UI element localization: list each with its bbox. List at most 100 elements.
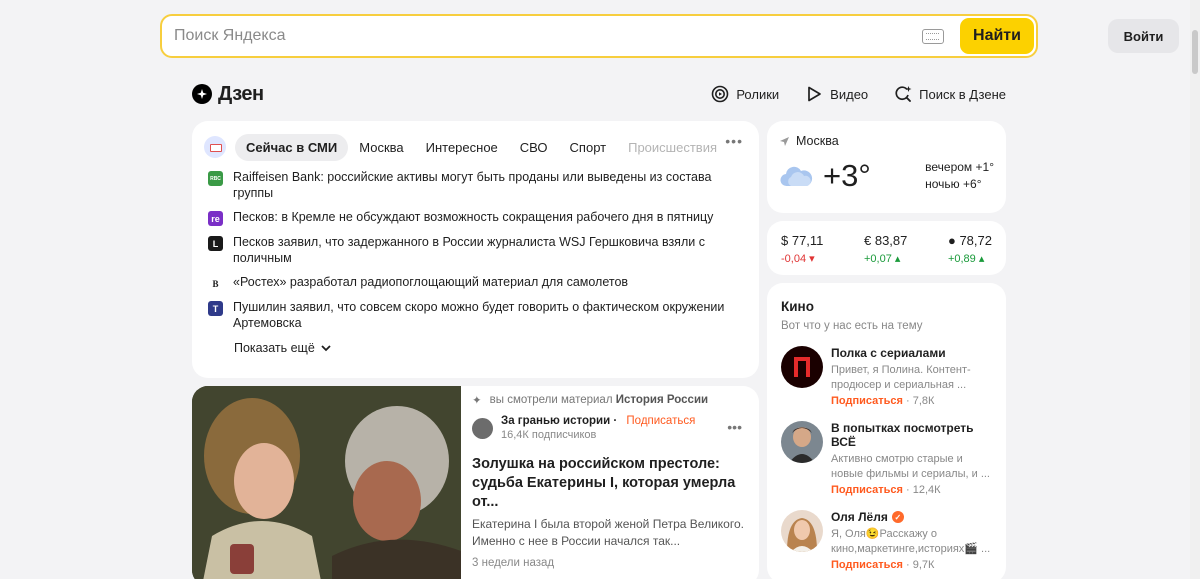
arrow-up-icon: ▴ [978, 253, 985, 265]
nav-video-label: Видео [830, 86, 869, 102]
rate-eur[interactable]: € 83,87 +0,07 ▴ [864, 233, 907, 275]
news-headline: Raiffeisen Bank: российские активы могут… [233, 170, 712, 200]
rate-usd[interactable]: $ 77,11 -0,04 ▾ [781, 233, 823, 275]
channel-info: Полка с сериалами Привет, я Полина. Конт… [831, 346, 991, 407]
nav-video[interactable]: Видео [805, 85, 868, 103]
news-item[interactable]: L Песков заявил, что задержанного в Росс… [208, 234, 739, 266]
channel-avatar [781, 421, 823, 463]
channel-name-line: Оля Лёля ✓ [831, 510, 991, 524]
weather-night: ночью +6° [925, 177, 982, 191]
search-input[interactable] [162, 16, 922, 56]
dzen-nav: Ролики Видео Поиск в Дзене [711, 85, 1006, 103]
news-item[interactable]: RBC Raiffeisen Bank: российские активы м… [208, 169, 739, 201]
article-title[interactable]: Золушка на российском престоле: судьба Е… [472, 455, 752, 512]
channel-name: В попытках посмотреть ВСЁ [831, 421, 974, 449]
channel-name[interactable]: За гранью истории [501, 415, 610, 427]
shorts-icon [712, 85, 729, 103]
news-item[interactable]: re Песков: в Кремле не обсуждают возможн… [208, 209, 739, 226]
scrollbar-thumb[interactable] [1192, 30, 1198, 74]
news-item[interactable]: T Пушилин заявил, что совсем скоро можно… [208, 299, 739, 331]
t-icon: T [208, 301, 223, 316]
kino-card: Кино Вот что у нас есть на тему Полка с … [767, 283, 1006, 579]
weather-forecast: вечером +1° ночью +6° [925, 159, 994, 193]
rate-eur-value: € 83,87 [864, 233, 908, 248]
subscribe-button[interactable]: Подписаться [831, 395, 903, 407]
rate-oil[interactable]: ● 78,72 +0,89 ▴ [948, 233, 992, 275]
channel-name: Полка с сериалами [831, 346, 946, 360]
nav-shorts[interactable]: Ролики [711, 85, 779, 103]
channel-avatar [781, 510, 823, 552]
dzen-logo[interactable]: Дзен [192, 83, 264, 106]
subscribe-button[interactable]: Подписаться [626, 415, 695, 427]
kino-channel-item[interactable]: Полка с сериалами Привет, я Полина. Конт… [781, 346, 992, 407]
login-button[interactable]: Войти [1108, 19, 1179, 53]
arrow-up-icon: ▴ [894, 253, 901, 265]
rates-card: $ 77,11 -0,04 ▾ € 83,87 +0,07 ▴ ● 78,72 … [767, 221, 1006, 275]
channel-meta: Подписаться · 7,8К [831, 395, 935, 407]
news-headline: Пушилин заявил, что совсем скоро можно б… [233, 300, 725, 330]
keyboard-icon[interactable] [922, 28, 944, 44]
dzen-logo-icon [192, 84, 212, 104]
news-card: Сейчас в СМИ Москва Интересное СВО Спорт… [192, 121, 759, 378]
news-list: RBC Raiffeisen Bank: российские активы м… [192, 163, 759, 331]
article-card[interactable]: ✦ вы смотрели материал История России За… [192, 386, 759, 579]
sparkle-icon: ✦ [472, 395, 482, 407]
tab-incidents[interactable]: Происшествия [617, 134, 728, 161]
weather-city-label: Москва [796, 134, 839, 148]
article-age: 3 недели назад [472, 557, 555, 569]
article-snippet: Екатерина I была второй женой Петра Вели… [472, 517, 744, 548]
show-more-button[interactable]: Показать ещё [234, 341, 331, 355]
article-more-icon[interactable]: ••• [727, 419, 742, 435]
tab-now-in-media[interactable]: Сейчас в СМИ [235, 133, 349, 161]
dzen-logo-text: Дзен [218, 82, 264, 105]
chevron-down-icon [321, 344, 331, 351]
channel-row: За гранью истории · Подписаться 16,4К по… [472, 415, 752, 441]
subscribe-button[interactable]: Подписаться [831, 484, 903, 496]
b-icon: B [208, 276, 223, 291]
rate-eur-change: +0,07 ▴ [864, 253, 901, 265]
scrollbar[interactable] [1190, 0, 1200, 579]
kino-channel-item[interactable]: Оля Лёля ✓ Я, Оля😉Расскажу о кино,маркети… [781, 510, 992, 571]
search-button[interactable]: Найти [960, 18, 1034, 54]
channel-avatar[interactable] [472, 418, 493, 439]
weather-main: +3° вечером +1° ночью +6° [779, 158, 994, 194]
verified-icon: ✓ [891, 511, 904, 523]
channel-info: Оля Лёля ✓ Я, Оля😉Расскажу о кино,маркети… [831, 510, 991, 571]
arrow-down-icon: ▾ [809, 253, 815, 265]
subscribe-button[interactable]: Подписаться [831, 559, 903, 571]
article-image[interactable] [192, 386, 461, 579]
re-icon: re [208, 211, 223, 226]
kino-channel-item[interactable]: В попытках посмотреть ВСЁ Активно смотрю… [781, 421, 992, 496]
search-sparkle-icon [895, 86, 912, 102]
news-headline: Песков заявил, что задержанного в России… [233, 235, 705, 265]
channel-desc: Активно смотрю старые и новые фильмы и с… [831, 453, 990, 480]
channel-count: 12,4К [912, 484, 941, 496]
nav-shorts-label: Ролики [736, 86, 780, 102]
rate-oil-value: ● 78,72 [947, 233, 992, 248]
kino-title: Кино [781, 299, 814, 314]
weather-card[interactable]: Москва +3° вечером +1° ночью +6° [767, 121, 1006, 213]
tab-moscow[interactable]: Москва [348, 134, 414, 161]
channel-info: В попытках посмотреть ВСЁ Активно смотрю… [831, 421, 992, 496]
tab-interesting[interactable]: Интересное [415, 134, 509, 161]
oil-drop-icon: ● [947, 233, 956, 248]
article-body: ✦ вы смотрели материал История России За… [472, 386, 752, 579]
channel-name-line: За гранью истории · Подписаться [501, 415, 696, 427]
tab-svo[interactable]: СВО [509, 134, 559, 161]
channel-avatar [781, 346, 823, 388]
watched-topic[interactable]: История России [616, 394, 708, 406]
search-bar: Найти [160, 14, 1038, 58]
channel-meta: Подписаться · 9,7К [831, 559, 935, 571]
nav-search[interactable]: Поиск в Дзене [894, 85, 1006, 103]
location-arrow-icon [780, 136, 789, 146]
play-icon [808, 86, 822, 102]
watched-prefix: вы смотрели материал [489, 394, 613, 406]
show-more-label: Показать ещё [234, 341, 315, 355]
news-item[interactable]: B «Ростех» разработал радиопоглощающий м… [208, 274, 739, 291]
channel-desc: Привет, я Полина. Контент-продюсер и сер… [831, 364, 971, 391]
kino-subtitle: Вот что у нас есть на тему [781, 320, 923, 332]
more-icon[interactable]: ••• [725, 133, 743, 149]
tab-sport[interactable]: Спорт [559, 134, 618, 161]
channel-subscribers: 16,4К подписчиков [501, 429, 597, 441]
media-avatar-icon [204, 136, 226, 158]
